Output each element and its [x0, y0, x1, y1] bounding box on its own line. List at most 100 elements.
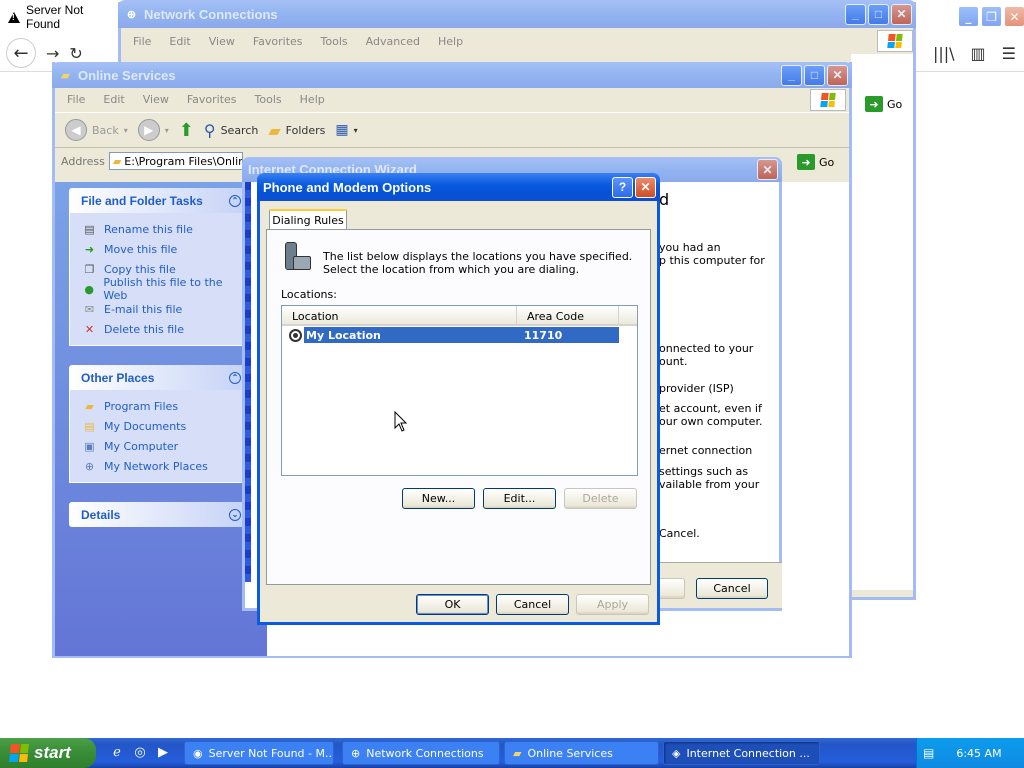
- delete-location-button[interactable]: Delete: [564, 488, 637, 509]
- toolbar-forward-button[interactable]: ▶ ▾: [137, 119, 169, 141]
- task-network-connections[interactable]: ⊕ Network Connections: [342, 741, 500, 765]
- dialing-rules-panel: The list below displays the locations yo…: [266, 229, 651, 585]
- folder-icon: ▰: [85, 399, 94, 413]
- os-minimize-button[interactable]: _: [781, 64, 802, 86]
- library-icon[interactable]: |||\: [933, 44, 955, 63]
- new-location-button[interactable]: New...: [402, 488, 475, 509]
- browser-restore-button[interactable]: ❐: [981, 6, 1002, 27]
- menu-tools[interactable]: Tools: [321, 35, 348, 48]
- menu-help[interactable]: Help: [438, 35, 463, 48]
- menu-edit[interactable]: Edit: [103, 93, 124, 106]
- ok-button[interactable]: OK: [416, 594, 489, 615]
- place-my-documents[interactable]: ▤ My Documents: [82, 416, 244, 436]
- locations-list[interactable]: Location Area Code My Location 11710: [281, 305, 638, 476]
- wizard-close-button[interactable]: ✕: [757, 159, 778, 180]
- phone-dialog-close-button[interactable]: ✕: [635, 176, 656, 198]
- back-button[interactable]: ←: [6, 38, 36, 68]
- collapse-icon[interactable]: ⌃: [229, 371, 241, 384]
- toolbar-back-button[interactable]: ◀ Back ▾: [65, 119, 128, 141]
- apply-button[interactable]: Apply: [576, 594, 649, 615]
- column-area-code[interactable]: Area Code: [517, 306, 619, 326]
- net-maximize-button[interactable]: □: [868, 3, 889, 25]
- os-go-button[interactable]: ➜ Go: [797, 154, 834, 170]
- os-close-button[interactable]: ✕: [827, 64, 848, 86]
- location-row[interactable]: My Location 11710: [304, 327, 619, 343]
- start-button[interactable]: start: [0, 738, 96, 768]
- place-my-network[interactable]: ⊕ My Network Places: [82, 456, 244, 476]
- wizard-line: p this computer for: [659, 254, 765, 267]
- task-label: Move this file: [104, 242, 178, 256]
- task-connection-wizard[interactable]: ◈ Internet Connection ...: [663, 741, 820, 765]
- help-button[interactable]: ?: [612, 176, 633, 198]
- net-close-button[interactable]: ✕: [891, 3, 912, 25]
- mouse-cursor-icon: [394, 411, 408, 432]
- dropdown-arrow-icon: ▾: [353, 125, 358, 135]
- cancel-button[interactable]: Cancel: [496, 594, 569, 615]
- task-publish[interactable]: ● Publish this file to the Web: [82, 276, 244, 302]
- up-folder-button[interactable]: ⬆: [179, 120, 194, 141]
- os-maximize-button[interactable]: □: [804, 64, 825, 86]
- tray-network-icon[interactable]: ▤: [923, 746, 934, 760]
- dialing-description: The list below displays the locations yo…: [323, 250, 633, 276]
- delete-icon: ✕: [84, 322, 95, 336]
- other-places-title: Other Places: [81, 370, 155, 385]
- other-places-header[interactable]: Other Places ⌃: [69, 365, 245, 390]
- address-input[interactable]: ▰ E:\Program Files\Online Services: [108, 152, 243, 170]
- os-title: Online Services: [78, 67, 176, 83]
- task-online-services[interactable]: ▰ Online Services: [504, 741, 659, 765]
- wizard-cancel-button[interactable]: Cancel: [696, 578, 768, 599]
- task-email[interactable]: ✉ E-mail this file: [82, 299, 244, 319]
- expand-icon[interactable]: ⌄: [229, 508, 241, 521]
- phone-dialog-titlebar[interactable]: Phone and Modem Options ? ✕: [257, 173, 660, 201]
- network-icon: ⊕: [126, 8, 137, 21]
- details-header[interactable]: Details ⌄: [69, 502, 245, 527]
- collapse-icon[interactable]: ⌃: [229, 194, 241, 207]
- go-arrow-icon: ➜: [865, 96, 883, 112]
- net-minimize-button[interactable]: _: [845, 3, 866, 25]
- menu-help[interactable]: Help: [300, 93, 325, 106]
- browser-minimize-button[interactable]: _: [958, 6, 979, 27]
- menu-favorites[interactable]: Favorites: [253, 35, 303, 48]
- task-delete[interactable]: ✕ Delete this file: [82, 319, 244, 339]
- menu-icon[interactable]: ☰: [1002, 44, 1016, 63]
- search-label: Search: [220, 123, 259, 137]
- menu-file[interactable]: File: [133, 35, 151, 48]
- outlook-quicklaunch-icon[interactable]: ◎: [131, 743, 149, 761]
- place-label: Program Files: [104, 399, 179, 413]
- media-player-quicklaunch-icon[interactable]: ▶: [154, 743, 172, 761]
- file-folder-tasks-title: File and Folder Tasks: [81, 193, 203, 208]
- toolbar-search-button[interactable]: ⚲ Search: [204, 121, 259, 140]
- os-titlebar[interactable]: ▰ Online Services _ □ ✕: [52, 62, 852, 88]
- column-location[interactable]: Location: [282, 306, 517, 326]
- task-rename[interactable]: ▤ Rename this file: [82, 219, 244, 239]
- menu-advanced[interactable]: Advanced: [366, 35, 420, 48]
- reload-button[interactable]: ↻: [69, 44, 82, 63]
- browser-close-button[interactable]: ✕: [1004, 6, 1024, 27]
- place-program-files[interactable]: ▰ Program Files: [82, 396, 244, 416]
- edit-location-button[interactable]: Edit...: [483, 488, 556, 509]
- toolbar-folders-button[interactable]: ▰ Folders: [268, 121, 325, 140]
- sidebar-icon[interactable]: ▥: [971, 44, 986, 63]
- browser-tab[interactable]: Server Not Found: [0, 0, 118, 34]
- net-go-button[interactable]: ➜ Go: [865, 96, 902, 112]
- menu-edit[interactable]: Edit: [169, 35, 190, 48]
- toolbar-views-button[interactable]: ▦ ▾: [335, 122, 357, 138]
- tab-dialing-rules[interactable]: Dialing Rules: [269, 209, 347, 230]
- menu-favorites[interactable]: Favorites: [187, 93, 237, 106]
- wizard-line: et account, even if: [659, 402, 762, 415]
- task-browser[interactable]: ◉ Server Not Found - M...: [184, 741, 334, 765]
- menu-file[interactable]: File: [67, 93, 85, 106]
- forward-button[interactable]: →: [46, 44, 59, 63]
- file-folder-tasks-header[interactable]: File and Folder Tasks ⌃: [69, 188, 245, 213]
- menu-view[interactable]: View: [143, 93, 169, 106]
- ie-quicklaunch-icon[interactable]: ℯ: [108, 743, 126, 761]
- tab-label: Dialing Rules: [272, 214, 344, 227]
- place-my-computer[interactable]: ▣ My Computer: [82, 436, 244, 456]
- location-radio[interactable]: [289, 329, 302, 342]
- ok-label: OK: [444, 598, 461, 611]
- menu-tools[interactable]: Tools: [255, 93, 282, 106]
- task-move[interactable]: ➜ Move this file: [82, 239, 244, 259]
- start-label: start: [34, 743, 71, 762]
- menu-view[interactable]: View: [209, 35, 235, 48]
- net-titlebar[interactable]: ⊕ Network Connections _ □ ✕: [118, 0, 916, 28]
